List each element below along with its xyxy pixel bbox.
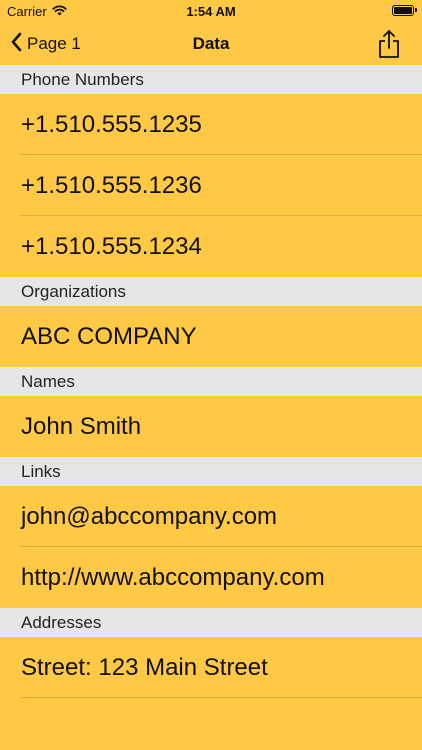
section-header-phone-numbers: Phone Numbers <box>0 65 422 94</box>
navigation-bar: Page 1 Data <box>0 22 422 65</box>
list-item-phone[interactable]: +1.510.555.1235 <box>0 94 422 155</box>
list-item-link[interactable]: http://www.abccompany.com <box>0 547 422 608</box>
section-header-organizations: Organizations <box>0 277 422 306</box>
share-button[interactable] <box>376 29 402 59</box>
section-header-addresses: Addresses <box>0 608 422 637</box>
list-item-link[interactable]: john@abccompany.com <box>0 486 422 547</box>
share-icon <box>379 30 399 58</box>
page-title: Data <box>192 34 230 53</box>
status-bar: Carrier 1:54 AM <box>0 0 422 22</box>
section-header-links: Links <box>0 457 422 486</box>
list-item-phone[interactable]: +1.510.555.1236 <box>0 155 422 216</box>
section-header-names: Names <box>0 367 422 396</box>
list-item-name[interactable]: John Smith <box>0 396 422 457</box>
status-time: 1:54 AM <box>186 4 236 19</box>
data-list: Phone Numbers +1.510.555.1235 +1.510.555… <box>0 65 422 698</box>
list-item-phone[interactable]: +1.510.555.1234 <box>0 216 422 277</box>
list-item-organization[interactable]: ABC COMPANY <box>0 306 422 367</box>
list-item-address[interactable]: Street: 123 Main Street <box>0 637 422 698</box>
battery-icon <box>392 5 417 16</box>
